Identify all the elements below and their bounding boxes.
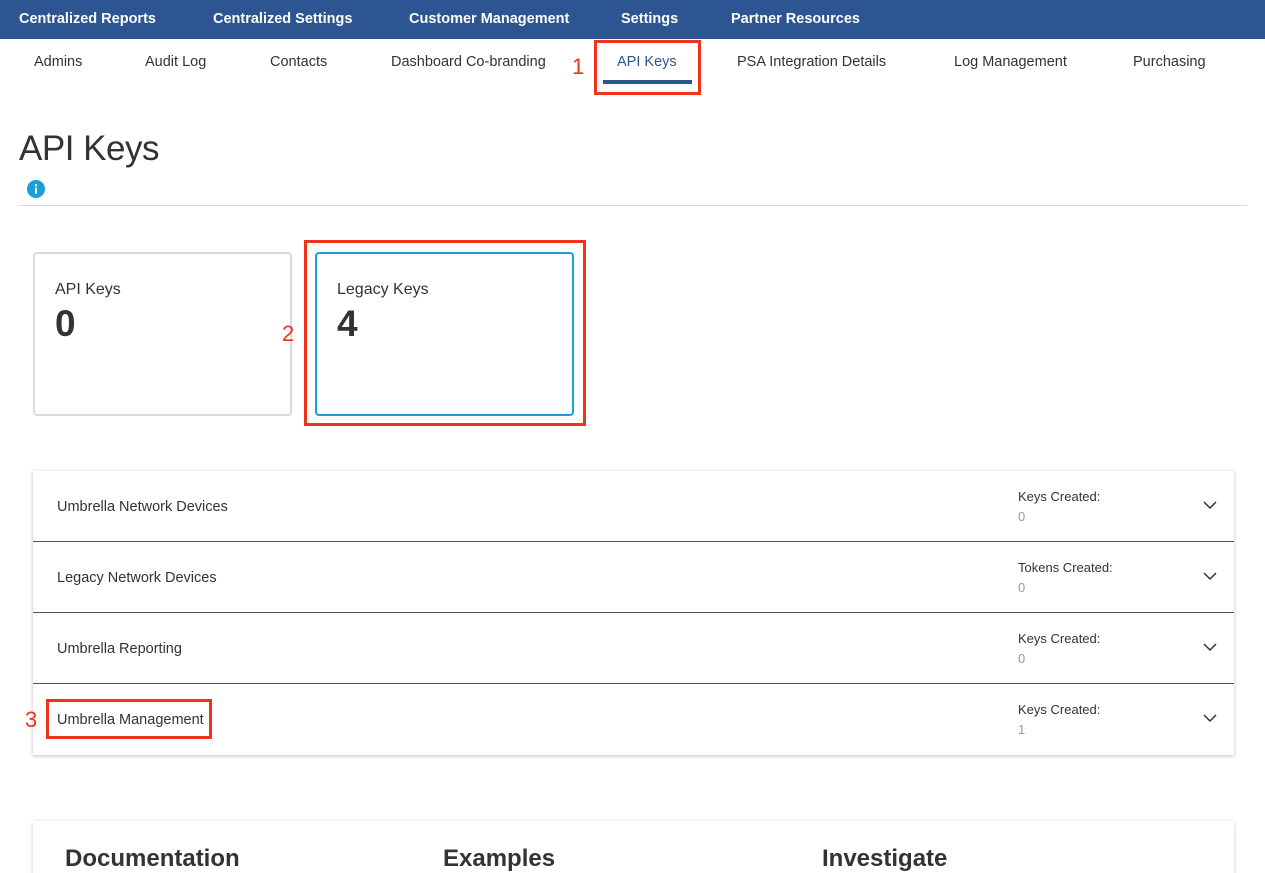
info-icon[interactable] [27, 180, 45, 198]
key-group-umbrella-reporting[interactable]: Umbrella Reporting Keys Created: 0 [33, 613, 1234, 684]
chevron-down-icon[interactable] [1203, 571, 1217, 581]
nav-centralized-reports[interactable]: Centralized Reports [19, 11, 156, 27]
investigate-heading[interactable]: Investigate [822, 845, 947, 873]
key-group-legacy-network-devices[interactable]: Legacy Network Devices Tokens Created: 0 [33, 542, 1234, 613]
annotation-box-2 [304, 240, 586, 426]
title-divider [18, 205, 1247, 206]
nav-settings[interactable]: Settings [621, 11, 678, 27]
key-group-count: 0 [1018, 580, 1026, 595]
tab-audit-log[interactable]: Audit Log [145, 54, 206, 70]
key-group-count-label: Keys Created: [1018, 489, 1101, 504]
key-groups-list: Umbrella Network Devices Keys Created: 0… [33, 471, 1234, 755]
tab-purchasing[interactable]: Purchasing [1133, 54, 1206, 70]
top-nav: Centralized Reports Centralized Settings… [0, 0, 1265, 39]
resources-panel: Documentation Examples Investigate [33, 821, 1234, 873]
tab-log-management[interactable]: Log Management [954, 54, 1067, 70]
key-group-umbrella-management[interactable]: Umbrella Management Keys Created: 1 [33, 684, 1234, 755]
annotation-box-1 [594, 40, 701, 95]
key-group-count: 0 [1018, 651, 1026, 666]
key-group-count: 0 [1018, 509, 1026, 524]
key-group-count-label: Tokens Created: [1018, 560, 1113, 575]
annotation-box-3 [46, 699, 212, 739]
chevron-down-icon[interactable] [1203, 713, 1217, 723]
key-group-name: Umbrella Network Devices [57, 499, 228, 515]
tab-contacts[interactable]: Contacts [270, 54, 327, 70]
key-group-count: 1 [1018, 722, 1026, 737]
nav-customer-management[interactable]: Customer Management [409, 11, 569, 27]
tab-admins[interactable]: Admins [34, 54, 82, 70]
api-keys-card[interactable]: API Keys 0 [33, 252, 292, 416]
nav-partner-resources[interactable]: Partner Resources [731, 11, 860, 27]
api-keys-card-label: API Keys [55, 281, 121, 298]
key-group-name: Umbrella Reporting [57, 641, 182, 657]
tab-dashboard-co-branding[interactable]: Dashboard Co-branding [391, 54, 546, 70]
annotation-number-1: 1 [572, 54, 585, 79]
chevron-down-icon[interactable] [1203, 500, 1217, 510]
annotation-number-2: 2 [282, 321, 295, 346]
api-keys-card-count: 0 [55, 303, 76, 344]
key-group-name: Legacy Network Devices [57, 570, 217, 586]
annotation-number-3: 3 [25, 707, 38, 732]
key-group-count-label: Keys Created: [1018, 631, 1101, 646]
tab-psa-integration-details[interactable]: PSA Integration Details [737, 54, 886, 70]
page-title: API Keys [19, 129, 159, 168]
examples-heading[interactable]: Examples [443, 845, 555, 873]
nav-centralized-settings[interactable]: Centralized Settings [213, 11, 352, 27]
documentation-heading[interactable]: Documentation [65, 845, 240, 873]
chevron-down-icon[interactable] [1203, 642, 1217, 652]
key-group-count-label: Keys Created: [1018, 702, 1101, 717]
key-group-umbrella-network-devices[interactable]: Umbrella Network Devices Keys Created: 0 [33, 471, 1234, 542]
